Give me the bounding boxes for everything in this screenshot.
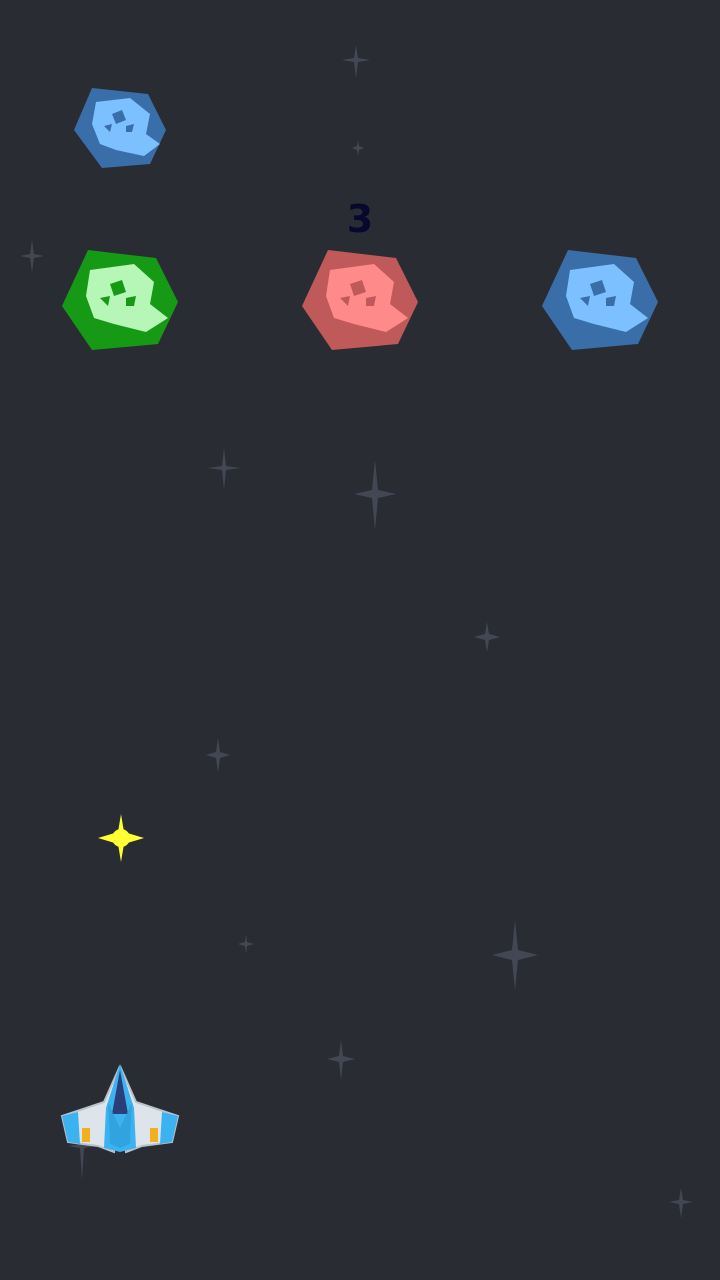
bg-star	[327, 1040, 355, 1080]
bg-star	[342, 45, 370, 78]
bg-star	[208, 448, 240, 490]
bg-star	[669, 1188, 693, 1218]
asteroid-blue[interactable]	[538, 246, 662, 354]
bg-star	[354, 460, 396, 530]
ship-left-engine	[82, 1128, 90, 1142]
hit-counter: 3	[346, 197, 374, 241]
yellow-star-icon	[98, 814, 144, 862]
game-canvas[interactable]: 3	[0, 0, 720, 1280]
asteroid-blue-small[interactable]	[70, 84, 170, 172]
asteroid-green[interactable]	[58, 246, 182, 354]
asteroid-red[interactable]	[298, 246, 422, 354]
ship-right-engine	[150, 1128, 158, 1142]
bg-star	[352, 140, 364, 156]
bg-star	[206, 738, 230, 772]
bg-star	[20, 240, 44, 272]
bg-star	[474, 622, 500, 652]
bg-star	[238, 934, 254, 954]
spaceship-icon[interactable]	[58, 1062, 182, 1154]
bg-star	[492, 920, 538, 990]
